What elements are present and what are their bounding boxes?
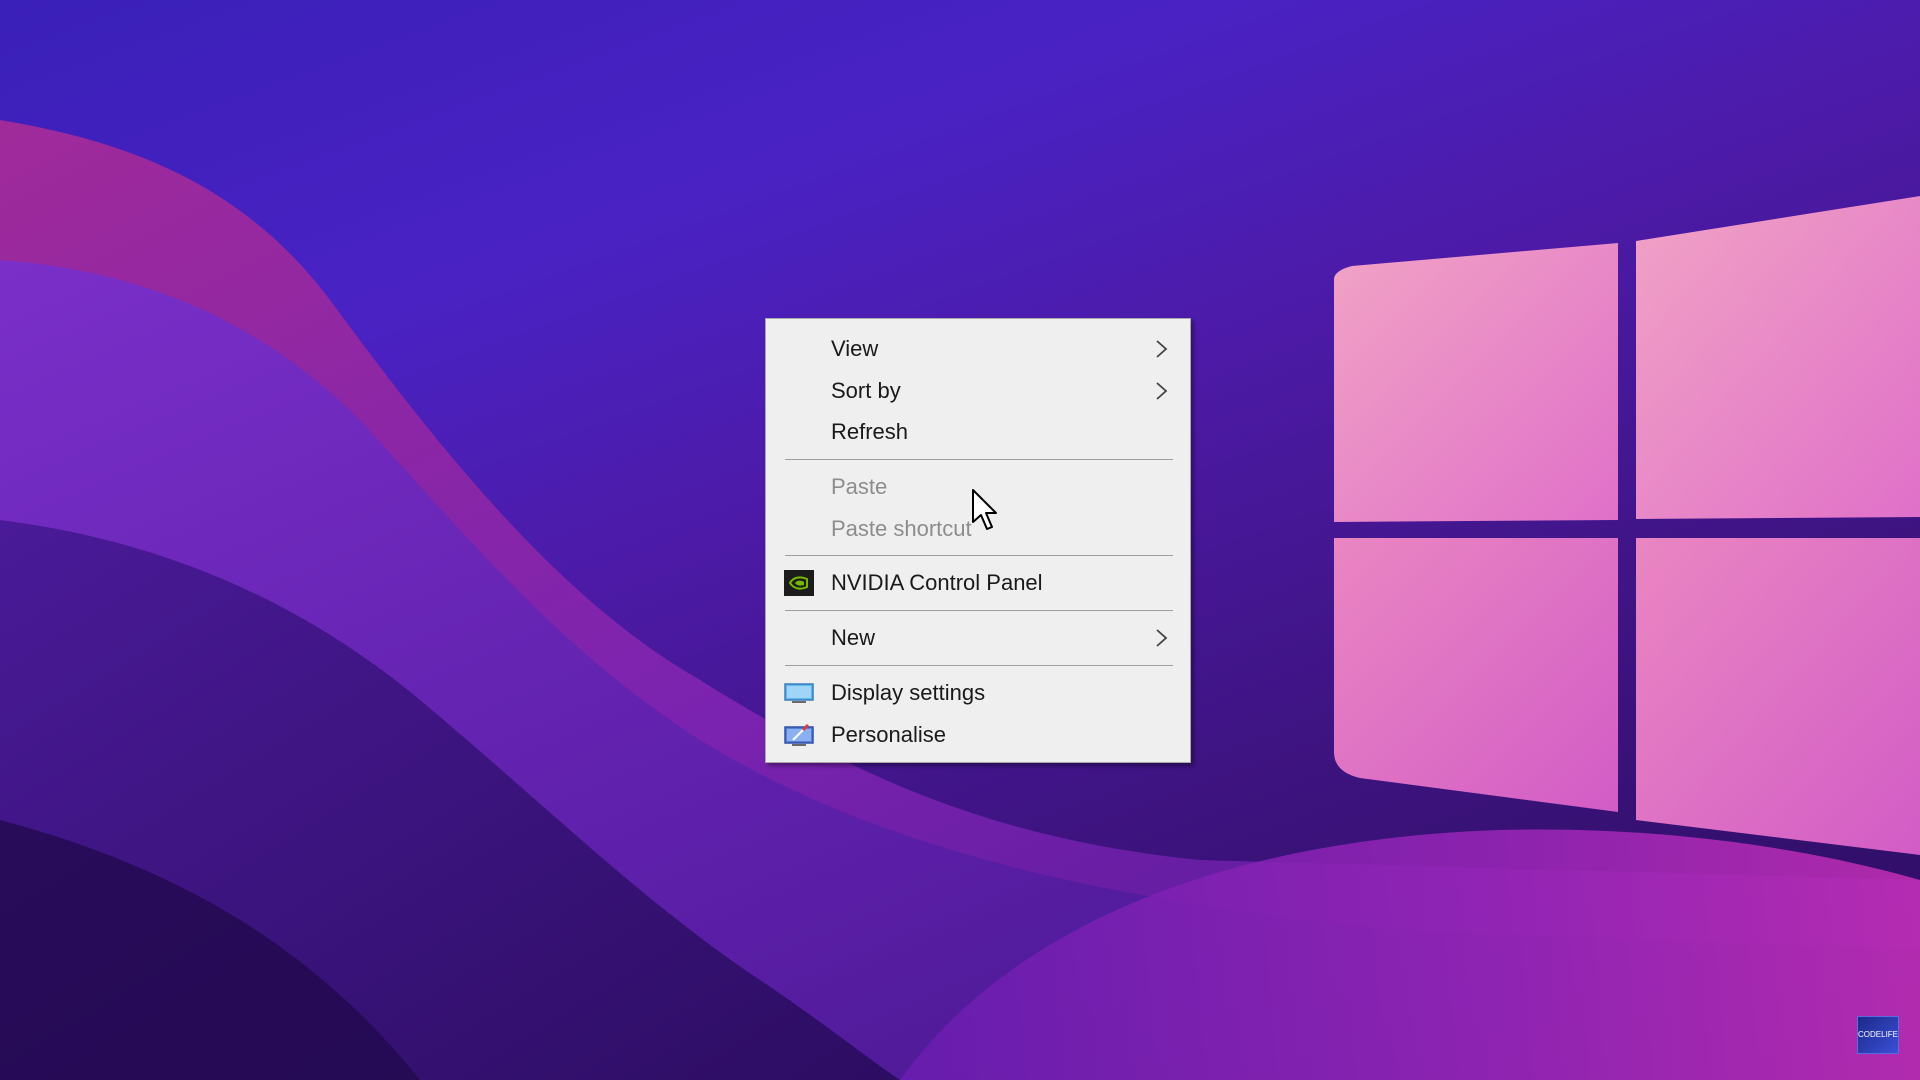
menu-separator [785, 665, 1173, 666]
menu-item-label: Personalise [831, 722, 946, 747]
desktop[interactable]: View Sort by Refresh Paste Paste shortcu… [0, 0, 1920, 1080]
menu-item-sort-by[interactable]: Sort by [766, 371, 1190, 411]
chevron-right-icon [1156, 382, 1168, 400]
desktop-context-menu: View Sort by Refresh Paste Paste shortcu… [765, 318, 1191, 763]
menu-item-label: View [831, 336, 879, 361]
menu-separator [785, 555, 1173, 556]
menu-item-display-settings[interactable]: Display settings [766, 673, 1190, 713]
menu-item-label: NVIDIA Control Panel [831, 570, 1043, 595]
windows-logo [1334, 196, 1920, 855]
display-settings-icon [784, 683, 814, 703]
menu-item-label: Paste [831, 474, 888, 499]
chevron-right-icon [1156, 629, 1168, 647]
menu-item-label: Sort by [831, 378, 901, 403]
personalise-icon [784, 723, 814, 746]
menu-item-nvidia-control-panel[interactable]: NVIDIA Control Panel [766, 563, 1190, 603]
menu-item-view[interactable]: View [766, 329, 1190, 369]
nvidia-icon [784, 570, 814, 596]
menu-separator [785, 459, 1173, 460]
mouse-cursor-icon [972, 489, 997, 530]
channel-badge-text: CODELIFE [1858, 1030, 1899, 1039]
menu-item-refresh[interactable]: Refresh [766, 412, 1190, 452]
menu-item-new[interactable]: New [766, 618, 1190, 658]
menu-item-label: Refresh [831, 419, 909, 444]
menu-item-personalise[interactable]: Personalise [766, 715, 1190, 755]
channel-watermark-badge: CODELIFE [1857, 1016, 1899, 1054]
menu-item-label: New [831, 625, 876, 650]
menu-item-label: Paste shortcut [831, 516, 972, 541]
chevron-right-icon [1156, 340, 1168, 358]
menu-separator [785, 610, 1173, 611]
menu-item-label: Display settings [831, 680, 986, 705]
